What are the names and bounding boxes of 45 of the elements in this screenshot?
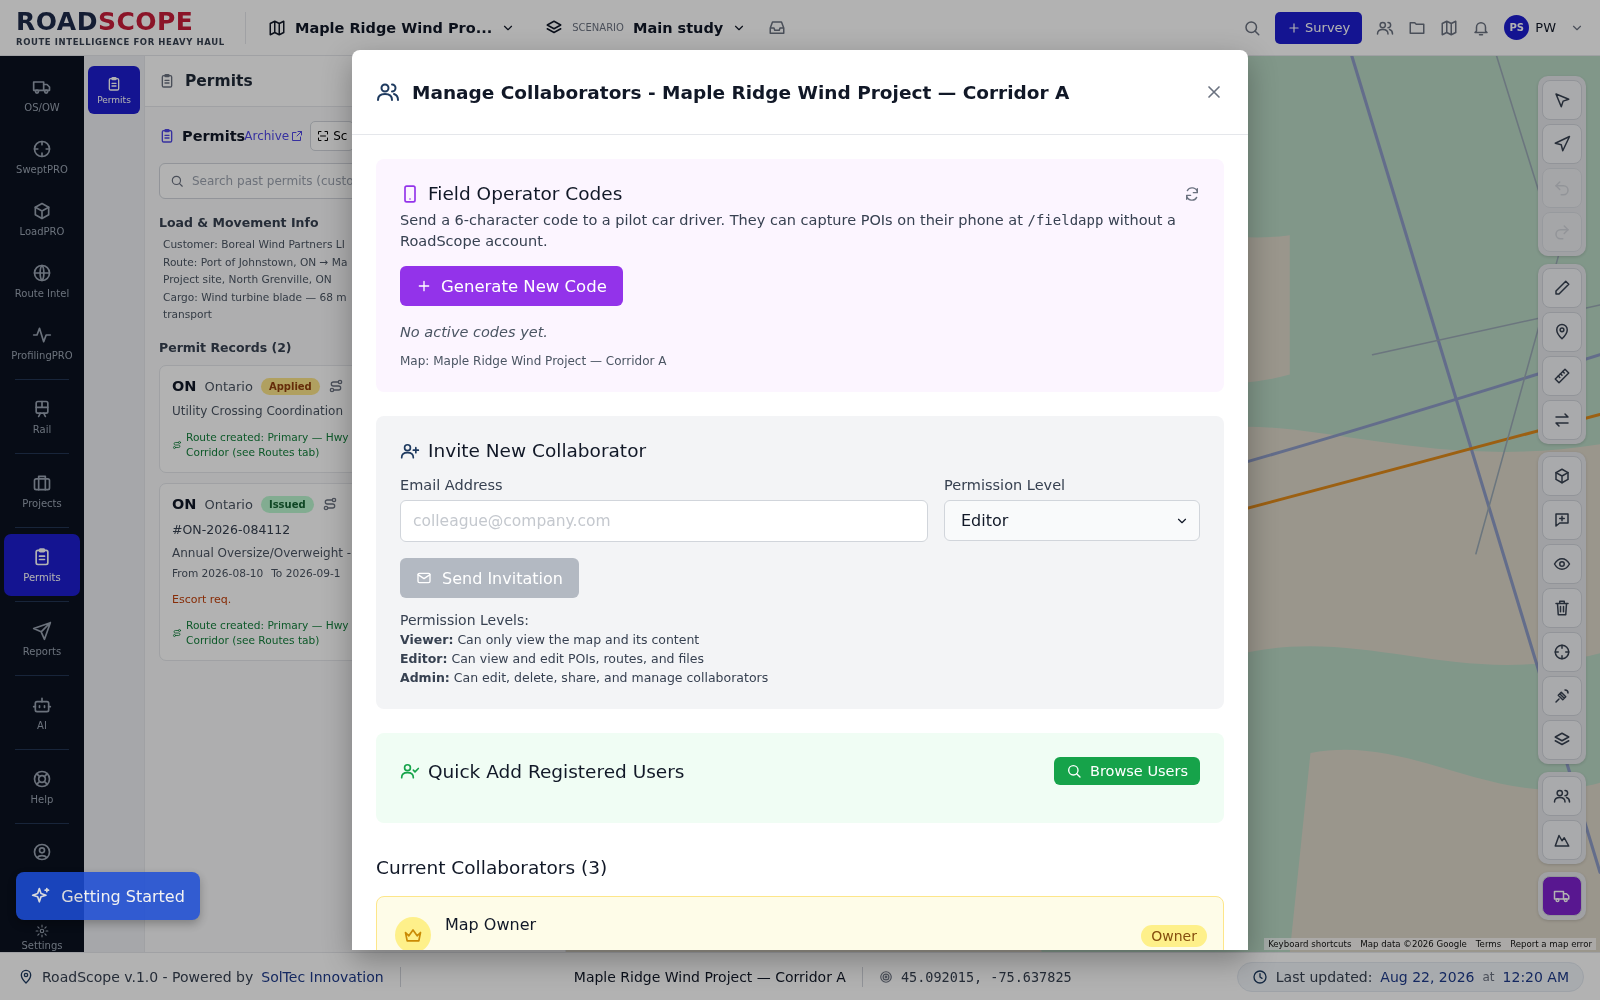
info-line: transport: [163, 307, 212, 322]
province-code: ON: [172, 496, 197, 512]
info-line: Route: Port of Johnstown, ON → Ma: [163, 254, 348, 270]
collaborator-name: Map Owner: [445, 915, 537, 934]
logo: ROADSCOPE: [16, 8, 195, 34]
info-line: Customer: Boreal Wind Partners LI: [163, 237, 345, 252]
permit-number: #ON-2026-084112: [172, 521, 291, 537]
role-badge: Owner: [1141, 925, 1207, 947]
field-label: Permission Level: [944, 477, 1067, 493]
updated-date: Aug 22, 2026: [1380, 968, 1475, 985]
permit-title: Utility Crossing Coordination: [172, 403, 344, 418]
end-date: To 2026-09-1: [271, 566, 341, 579]
updated-label: Last updated:: [1275, 968, 1373, 985]
tagline: ROUTE INTELLIGENCE FOR HEAVY HAUL: [16, 36, 226, 47]
route-note: Route created: Primary — Hwy Corridor (see Routes tab): [186, 617, 349, 648]
collaborators-heading: Current Collaborators (3): [376, 857, 609, 878]
levels-heading: Permission Levels:: [400, 612, 530, 628]
province-name: Ontario: [204, 496, 253, 512]
permit-title: Annual Oversize/Overweight -: [172, 545, 352, 560]
coordinates: 45.092015, -75.637825: [900, 968, 1072, 985]
section-heading: Permit Records (2): [159, 339, 292, 355]
section-heading: Load & Movement Info: [159, 215, 319, 230]
empty-message: No active codes yet.: [400, 324, 549, 340]
escort-note: Escort req.: [172, 592, 232, 606]
panel-title: Permits: [185, 72, 253, 90]
info-line: Project site, North Grenville, ON: [163, 272, 332, 287]
start-date: From 2026-08-10: [172, 566, 264, 579]
section-title: Permits: [182, 128, 246, 144]
map-name: Maple Ridge Wind Project — Corridor A: [573, 968, 846, 985]
scenario-name: Main study: [632, 19, 724, 36]
dialog-title: Manage Collaborators - Maple Ridge Wind Project — Corridor A: [412, 81, 1070, 103]
route-note: Route created: Primary — Hwy Corridor (see Routes tab): [186, 429, 349, 460]
scenario-label: SCENARIO: [572, 22, 624, 33]
section-title: Field Operator Codes: [428, 183, 623, 204]
description: Send a 6-character code to a pilot car driver. They can capture POIs on their phone at /fieldapp without a RoadScope account.: [400, 211, 1177, 251]
status-badge: Issued: [260, 495, 314, 513]
province-code: ON: [172, 378, 197, 394]
version-text: RoadScope v.1.0 - Powered by: [42, 968, 254, 985]
updated-time: 12:20 AM: [1502, 968, 1569, 985]
province-name: Ontario: [204, 378, 253, 394]
section-title: Quick Add Registered Users: [428, 760, 685, 782]
status-badge: Applied: [260, 377, 320, 395]
updated-at: at: [1482, 969, 1495, 984]
info-line: Cargo: Wind turbine blade — 68 m: [163, 289, 347, 305]
permission-description: Admin: Can edit, delete, share, and manage collaborators: [400, 670, 770, 685]
